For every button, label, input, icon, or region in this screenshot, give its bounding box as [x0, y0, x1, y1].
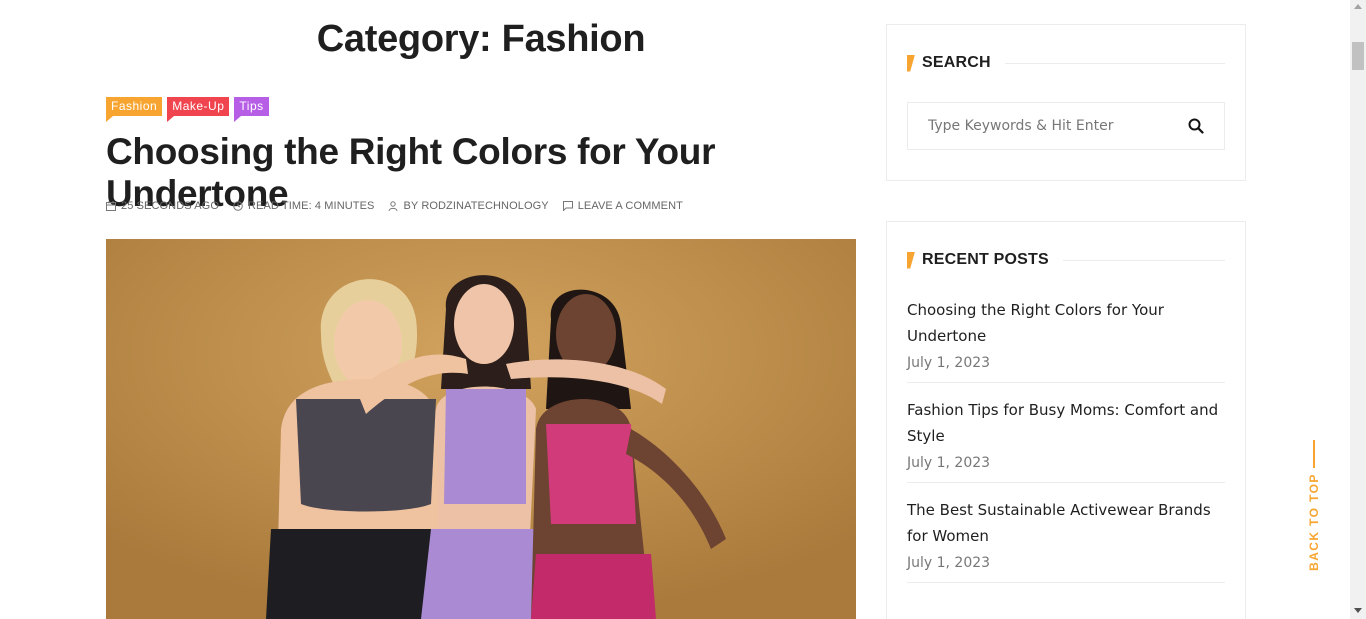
post-comment-text: LEAVE A COMMENT [577, 200, 683, 212]
widget-title-marker [907, 251, 915, 269]
recent-posts-title-text: RECENT POSTS [922, 251, 1049, 268]
featured-image[interactable] [106, 239, 856, 619]
recent-posts-title: RECENT POSTS [907, 251, 1225, 269]
search-icon[interactable] [1188, 118, 1204, 134]
user-icon [388, 201, 398, 211]
recent-posts-widget: RECENT POSTS Choosing the Right Colors f… [886, 221, 1246, 619]
post-comment-link[interactable]: LEAVE A COMMENT [562, 200, 683, 212]
widget-title-divider [1004, 62, 1225, 64]
page: Category: Fashion Fashion Make-Up Tips C… [0, 0, 1350, 619]
scroll-up-arrow-icon[interactable] [1354, 4, 1362, 9]
scrollbar-thumb[interactable] [1352, 42, 1364, 70]
page-title: Category: Fashion [316, 18, 646, 60]
widget-title-marker [907, 54, 915, 72]
recent-post-title-link[interactable]: Fashion Tips for Busy Moms: Comfort and … [907, 398, 1225, 449]
page-scrollbar[interactable] [1350, 0, 1366, 619]
back-to-top-label: BACK TO TOP [1307, 473, 1321, 571]
post-date[interactable]: 25 SECONDS AGO [106, 200, 219, 212]
recent-post-item: The Best Sustainable Activewear Brands f… [907, 498, 1225, 583]
search-widget: SEARCH [886, 24, 1246, 181]
post-read-time-text: READ TIME: 4 MINUTES [248, 200, 375, 212]
search-input[interactable] [928, 118, 1188, 134]
post-read-time: READ TIME: 4 MINUTES [233, 200, 374, 212]
calendar-icon [106, 201, 116, 211]
post-date-text: 25 SECONDS AGO [121, 200, 219, 212]
recent-post-item: Choosing the Right Colors for Your Under… [907, 298, 1225, 383]
search-widget-title-text: SEARCH [922, 54, 991, 71]
recent-post-date: July 1, 2023 [907, 355, 991, 371]
recent-posts-list: Choosing the Right Colors for Your Under… [907, 298, 1225, 598]
scroll-down-arrow-icon[interactable] [1354, 608, 1362, 613]
back-to-top-button[interactable]: BACK TO TOP [1303, 440, 1325, 574]
search-widget-title: SEARCH [907, 54, 1225, 72]
clock-icon [233, 201, 243, 211]
search-field [907, 102, 1225, 150]
recent-post-title-link[interactable]: The Best Sustainable Activewear Brands f… [907, 498, 1225, 549]
tag-tips[interactable]: Tips [234, 97, 269, 122]
post-author-text: BY RODZINATECHNOLOGY [403, 200, 549, 212]
post-meta: 25 SECONDS AGO READ TIME: 4 MINUTES BY R… [106, 200, 683, 212]
recent-post-date: July 1, 2023 [907, 555, 991, 571]
comment-icon [562, 201, 573, 211]
recent-post-item: Fashion Tips for Busy Moms: Comfort and … [907, 398, 1225, 483]
tag-fashion[interactable]: Fashion [106, 97, 163, 122]
featured-image-illustration [106, 239, 856, 619]
recent-post-date: July 1, 2023 [907, 455, 991, 471]
tag-make-up[interactable]: Make-Up [167, 97, 230, 122]
post-author[interactable]: BY RODZINATECHNOLOGY [388, 200, 549, 212]
recent-post-title-link[interactable]: Choosing the Right Colors for Your Under… [907, 298, 1225, 349]
back-to-top-line [1313, 440, 1315, 468]
post-category-tags: Fashion Make-Up Tips [106, 97, 269, 122]
widget-title-divider [1062, 259, 1225, 261]
